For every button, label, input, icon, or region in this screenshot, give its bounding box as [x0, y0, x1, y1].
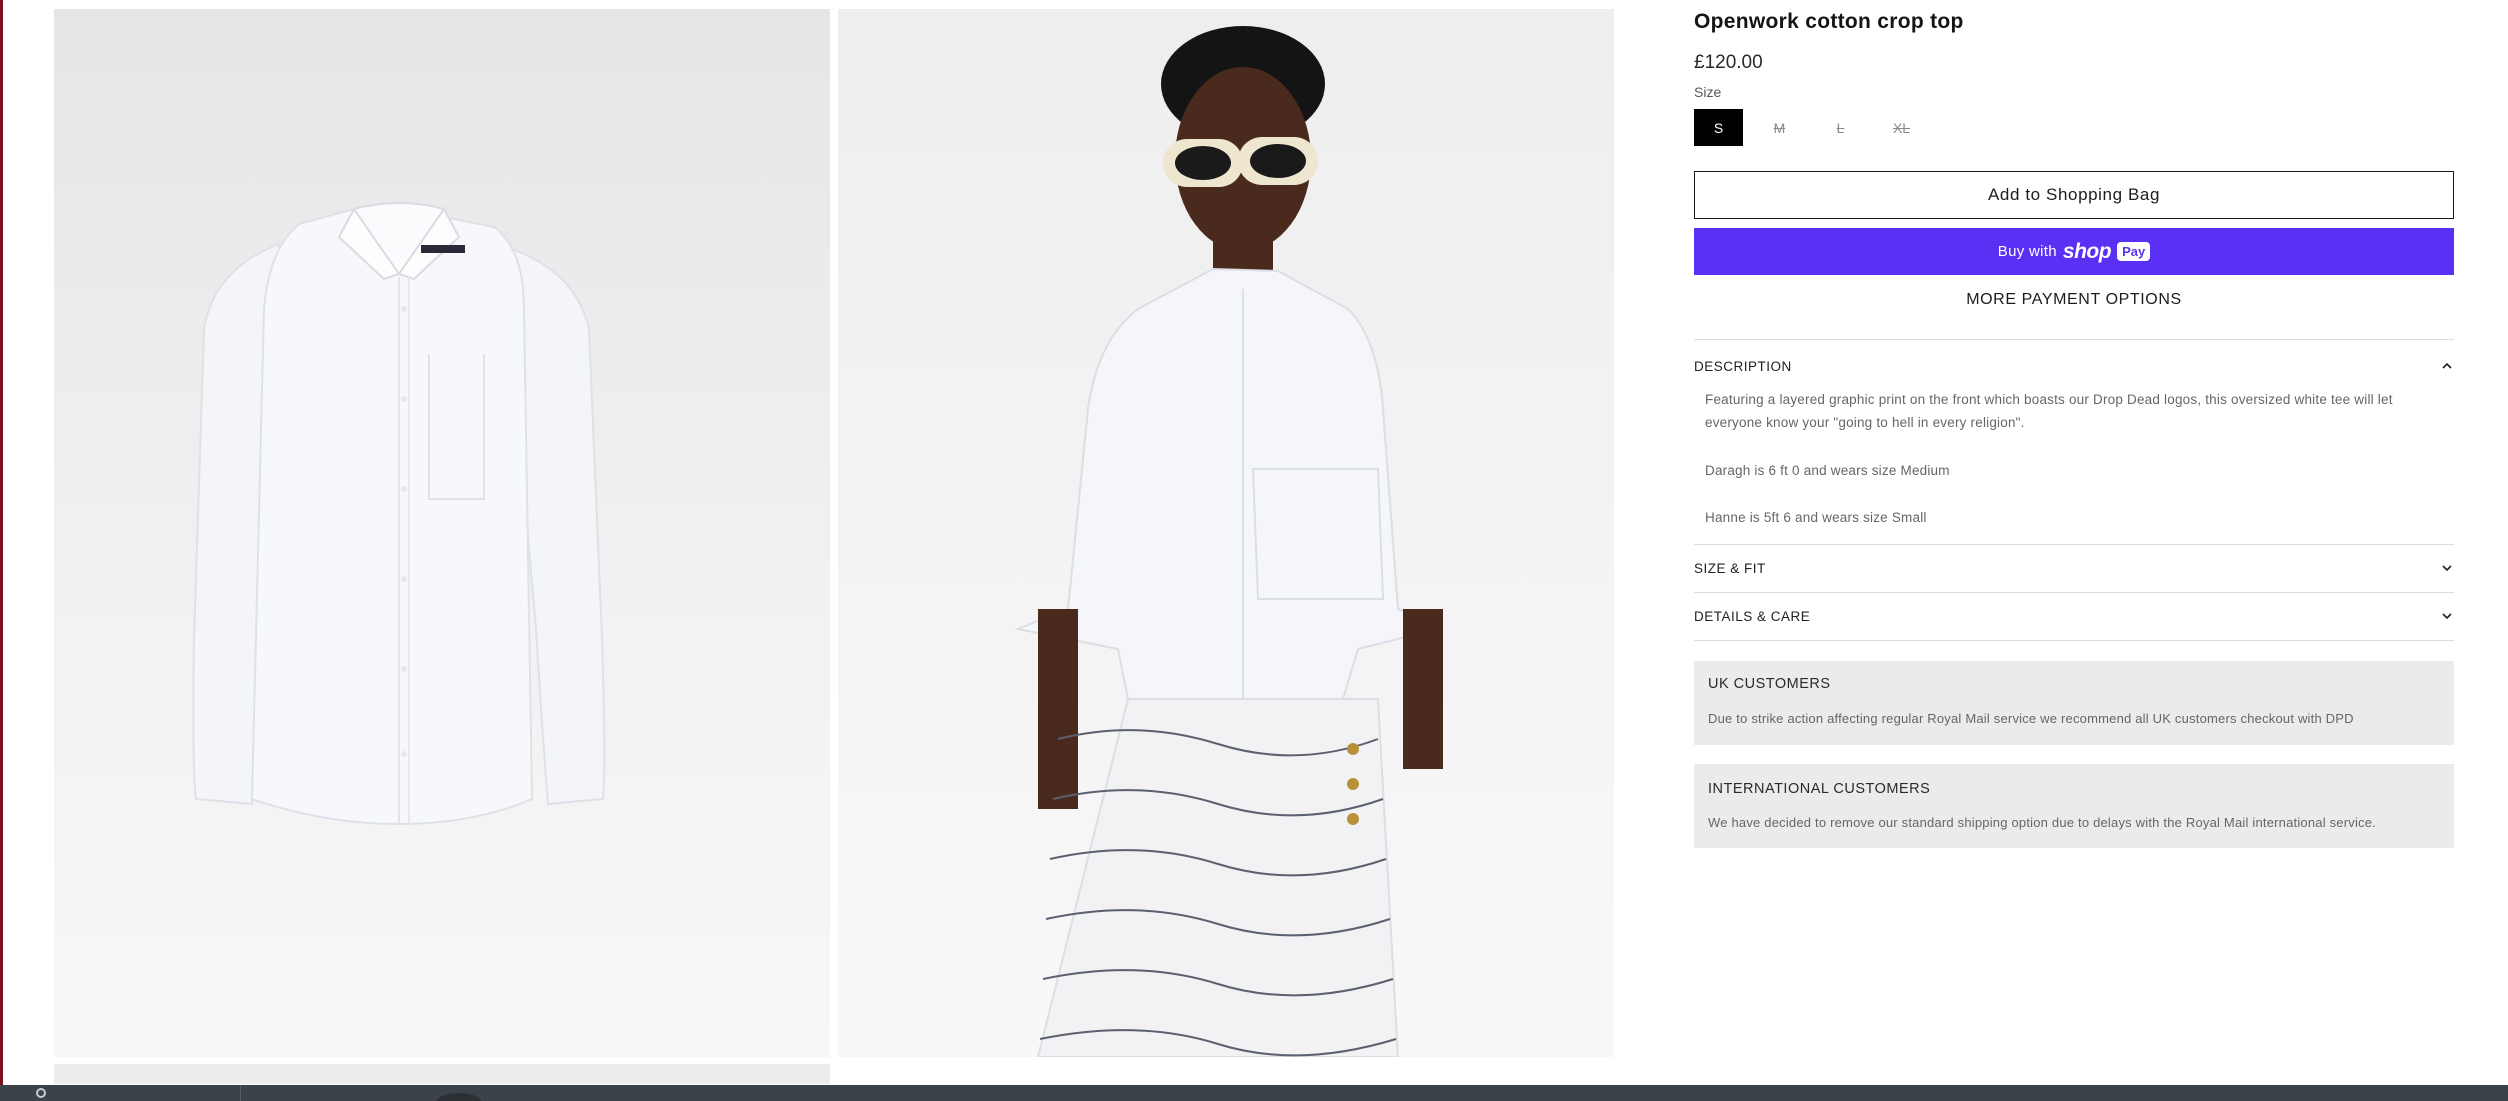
shop-pay-pill: Pay [2117, 242, 2151, 261]
shop-pay-buy-text: Buy with [1997, 243, 2057, 260]
accordion-description-header[interactable]: DESCRIPTION [1694, 356, 2454, 376]
chevron-down-icon [2442, 565, 2452, 572]
size-option-m[interactable]: M [1755, 109, 1804, 146]
more-payment-options-link[interactable]: MORE PAYMENT OPTIONS [1694, 291, 2454, 309]
shop-pay-button[interactable]: Buy with shop Pay [1694, 228, 2454, 275]
chevron-down-icon [2442, 613, 2452, 620]
divider [1694, 592, 2454, 593]
description-paragraph: Hanne is 5ft 6 and wears size Small [1705, 510, 1927, 525]
size-option-s[interactable]: S [1694, 109, 1743, 146]
notice-uk-customers: UK CUSTOMERS Due to strike action affect… [1694, 661, 2454, 745]
product-title: Openwork cotton crop top [1694, 10, 1964, 33]
notice-title: INTERNATIONAL CUSTOMERS [1708, 781, 1931, 797]
divider [1694, 544, 2454, 545]
product-image-shirt[interactable] [54, 9, 830, 1057]
notice-body: We have decided to remove our standard s… [1708, 815, 2376, 830]
shirt-illustration [192, 202, 606, 826]
description-paragraph: Daragh is 6 ft 0 and wears size Medium [1705, 463, 1950, 478]
notice-international-customers: INTERNATIONAL CUSTOMERS We have decided … [1694, 764, 2454, 848]
product-price: £120.00 [1694, 52, 1763, 73]
bottom-bar-separator [240, 1085, 241, 1101]
bottom-bar [0, 1085, 2508, 1101]
accordion-size-fit-title: SIZE & FIT [1694, 560, 1766, 576]
divider [1694, 640, 2454, 641]
product-image-next[interactable] [54, 1064, 830, 1084]
add-to-bag-label: Add to Shopping Bag [1987, 185, 2161, 204]
add-to-bag-button[interactable]: Add to Shopping Bag [1694, 171, 2454, 219]
size-selector: S M L XL [1694, 109, 1926, 146]
size-option-l[interactable]: L [1816, 109, 1865, 146]
chevron-up-icon [2442, 362, 2452, 369]
size-option-xl[interactable]: XL [1877, 109, 1926, 146]
product-image-model[interactable] [838, 9, 1614, 1057]
model-illustration [1014, 26, 1443, 1057]
bottom-bar-handle[interactable] [436, 1093, 482, 1101]
shop-pay-logo: shop [2062, 239, 2112, 263]
page-left-edge [0, 0, 3, 1085]
description-paragraph: Featuring a layered graphic print on the… [1705, 392, 2393, 430]
accordion-description-title: DESCRIPTION [1694, 358, 1792, 374]
notice-body: Due to strike action affecting regular R… [1708, 711, 2354, 726]
circle-icon[interactable] [36, 1088, 46, 1098]
divider [1694, 339, 2454, 340]
accordion-details-care-title: DETAILS & CARE [1694, 608, 1811, 624]
accordion-size-fit-header[interactable]: SIZE & FIT [1694, 558, 2454, 578]
size-label: Size [1694, 84, 1722, 100]
notice-title: UK CUSTOMERS [1708, 676, 1831, 692]
accordion-details-care-header[interactable]: DETAILS & CARE [1694, 606, 2454, 626]
